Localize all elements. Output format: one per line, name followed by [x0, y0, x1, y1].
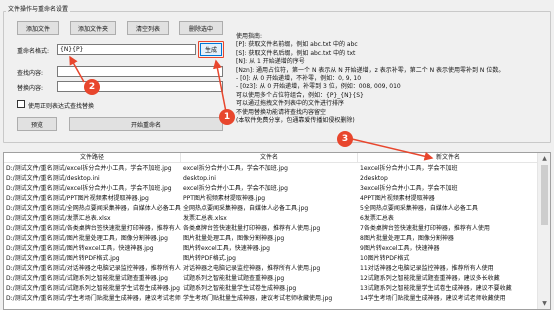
find-input[interactable]	[57, 66, 223, 77]
rename-format-input[interactable]	[57, 44, 196, 55]
table-row[interactable]: D:/测试文件/重名测试/发票汇总表.xlsx 发票汇总表.xlsx 6发票汇总表	[4, 214, 538, 224]
cell-filename: 发票汇总表.xlsx	[183, 215, 227, 222]
column-header-filename[interactable]: 文件名	[181, 153, 358, 163]
cell-path: D:/测试文件/重名测试/desktop.ini	[6, 175, 100, 182]
column-header-new-filename[interactable]: 新文件名	[358, 153, 538, 163]
vertical-scrollbar[interactable]: ▲ ▼	[537, 153, 550, 309]
step-badge-3: 3	[337, 131, 353, 147]
cell-new-filename: 10图片转PDF格式	[360, 255, 410, 262]
cell-path: D:/测试文件/重名测试/excel拆分合并小工具，学会不加班.jpg	[6, 165, 172, 172]
cell-path: D:/测试文件/重名测试/图片批量处理工具，图像分割神器.jpg	[6, 235, 168, 242]
table-row[interactable]: D:/测试文件/重名测试/excel拆分合并小工具，学会不加班.jpg excel…	[4, 184, 538, 194]
scroll-down-icon[interactable]: ▼	[538, 298, 550, 309]
cell-new-filename: 7各类桌牌台签快速批量打印神器，推荐有人使用	[360, 225, 490, 232]
guide-line: 不使用替换功能请将查找内容留空	[236, 108, 327, 116]
rename-format-label: 重命名格式:	[17, 48, 50, 55]
cell-filename: 试题系列之智能批量学生试卷生成神器.jpg	[183, 285, 297, 292]
cell-path: D:/测试文件/重名测试/各类桌牌台签快速批量打印神器，推荐有人使用.jpg	[6, 225, 181, 232]
clear-list-button[interactable]: 清空列表	[127, 21, 169, 35]
replace-input[interactable]	[57, 81, 223, 92]
cell-new-filename: 9图片转excel工具，快速神器	[360, 245, 440, 252]
guide-line: [Nzn]: 通用占位符，第一个 N 表示从 N 开始递增，z 表示补零，第二个…	[236, 66, 505, 74]
cell-new-filename: 6发票汇总表	[360, 215, 394, 222]
regex-checkbox-label: 使用正则表达式查找替换	[28, 103, 95, 110]
cell-new-filename: 11对话神器之电脑记录监控神器，推荐所有人使用	[360, 265, 494, 272]
cell-path: D:/测试文件/重名测试/图片转PDF格式.jpg	[6, 255, 120, 262]
table-row[interactable]: D:/测试文件/重名测试/各类桌牌台签快速批量打印神器，推荐有人使用.jpg各类…	[4, 224, 538, 234]
find-label: 查找内容:	[17, 70, 44, 77]
cell-path: D:/测试文件/重名测试/对话神器之电脑记录监控神器，推荐所有人使用.jpg	[6, 265, 181, 272]
cell-new-filename: 13试题系列之智能批量学生试卷生成神器，建议不要收藏	[360, 285, 512, 292]
cell-new-filename: 4PPT图片视频素材提取神器	[360, 195, 435, 202]
cell-path: D:/测试文件/重名测试/发票汇总表.xlsx	[6, 215, 111, 222]
cell-filename: 各类桌牌台签快速批量打印神器，推荐有人使用.jpg	[183, 225, 321, 232]
table-header: 文件路径 文件名 新文件名	[4, 153, 538, 163]
generate-highlight	[198, 41, 224, 58]
cell-path: D:/测试文件/重名测试/学生考场门贴批量生成神器，建议考试老师收藏使用.jpg	[6, 295, 181, 302]
guide-line: (本软件免费分享，包通靠爱传播如侵权删除)	[236, 117, 355, 125]
table-row[interactable]: D:/测试文件/重名测试/excel拆分合并小工具，学会不加班.jpg excel…	[4, 164, 538, 174]
cell-new-filename: 2desktop	[360, 175, 388, 182]
replace-label: 替换内容:	[17, 85, 44, 92]
table-row[interactable]: D:/测试文件/重名测试/试题系列之智能批量学生试卷生成神器.jpg 试题系列之智…	[4, 284, 538, 294]
cell-filename: PPT图片视频素材提取神器.jpg	[183, 195, 266, 202]
start-rename-button[interactable]: 开始重命名	[69, 117, 223, 131]
cell-filename: 图片转excel工具，快速神器.jpg	[183, 245, 270, 252]
guide-line: [P]: 获取文件名前缀，例如 abc.txt 中的 abc	[236, 41, 358, 49]
cell-new-filename: 1excel拆分合并小工具，学会不加班	[360, 165, 458, 172]
cell-new-filename: 12试题系列之智能批量试题查重神器，建议多长收藏	[360, 275, 500, 282]
table-row[interactable]: D:/测试文件/重名测试/试题系列之智能批量试题查重神器.jpg 试题系列之智能批…	[4, 274, 538, 284]
step-badge-2: 2	[84, 79, 100, 95]
cell-path: D:/测试文件/重名测试/试题系列之智能批量试题查重神器.jpg	[6, 275, 168, 282]
cell-new-filename: 3excel拆分合并小工具，学会不加班	[360, 185, 458, 192]
table-row[interactable]: D:/测试文件/重名测试/图片批量处理工具，图像分割神器.jpg 图片批量处理工具…	[4, 234, 538, 244]
table-row[interactable]: D:/测试文件/重名测试/PPT图片视频素材提取神器.jpg PPT图片视频素材提…	[4, 194, 538, 204]
cell-path: D:/测试文件/重名测试/图片转excel工具，快速神器.jpg	[6, 245, 154, 252]
file-table[interactable]: 文件路径 文件名 新文件名 D:/测试文件/重名测试/excel拆分合并小工具，…	[3, 152, 551, 310]
cell-filename: 图片转PDF格式.jpg	[183, 255, 236, 262]
cell-new-filename: 14学生考场门贴批量生成神器，建议考试老师收藏使用	[360, 295, 506, 302]
cell-filename: 对话神器之电脑记录监控神器，推荐所有人使用.jpg	[183, 265, 321, 272]
guide-line: [N]: 从 1 开始递增的序号	[236, 58, 305, 66]
guide-line: [S]: 获取文件名后缀，例如 abc.txt 中的 txt	[236, 49, 356, 57]
cell-new-filename: 5全网热点要闻采集神器，自媒体人必备工具	[360, 205, 478, 212]
settings-group-title: 文件操作与重命名设置	[6, 4, 71, 13]
cell-filename: 学生考场门贴批量生成神器，建议考试老师收藏使用.jpg	[183, 295, 333, 302]
step-badge-1: 1	[219, 109, 235, 125]
cell-filename: 图片批量处理工具，图像分割神器.jpg	[183, 235, 285, 242]
delete-selected-button[interactable]: 删除选中	[179, 21, 223, 35]
cell-filename: 全网热点要闻采集神器，自媒体人必备工具.jpg	[183, 205, 309, 212]
cell-path: D:/测试文件/重名测试/试题系列之智能批量学生试卷生成神器.jpg	[6, 285, 180, 292]
table-row[interactable]: D:/测试文件/重名测试/图片转excel工具，快速神器.jpg 图片转excel…	[4, 244, 538, 254]
table-row[interactable]: D:/测试文件/重名测试/对话神器之电脑记录监控神器，推荐所有人使用.jpg对话…	[4, 264, 538, 274]
preview-button[interactable]: 预览	[17, 117, 57, 131]
usage-guide: 使用指南: [P]: 获取文件名前缀，例如 abc.txt 中的 abc [S]…	[236, 33, 548, 125]
table-row[interactable]: D:/测试文件/重名测试/学生考场门贴批量生成神器，建议考试老师收藏使用.jpg…	[4, 294, 538, 304]
column-header-path[interactable]: 文件路径	[4, 153, 181, 163]
scrollbar-thumb[interactable]	[541, 165, 548, 225]
regex-checkbox[interactable]	[17, 100, 25, 108]
cell-filename: excel拆分合并小工具，学会不加班.jpg	[183, 165, 288, 172]
add-file-button[interactable]: 添加文件	[17, 21, 59, 35]
cell-path: D:/测试文件/重名测试/PPT图片视频素材提取神器.jpg	[6, 195, 149, 202]
guide-line: - [0z3]: 从 0 开始递增，补零到 3 位，例如：008, 009, 0…	[236, 83, 401, 91]
cell-new-filename: 8图片批量处理工具，图像分割神器	[360, 235, 454, 242]
cell-path: D:/测试文件/重名测试/excel拆分合并小工具，学会不加班.jpg	[6, 185, 172, 192]
cell-filename: 试题系列之智能批量试题查重神器.jpg	[183, 275, 285, 282]
table-row[interactable]: D:/测试文件/重名测试/全网热点要闻采集神器，自媒体人必备工具.jpg 全网热点…	[4, 204, 538, 214]
table-row[interactable]: D:/测试文件/重名测试/desktop.ini desktop.ini 2desk…	[4, 174, 538, 184]
table-row[interactable]: D:/测试文件/重名测试/图片转PDF格式.jpg 图片转PDF格式.jpg 10图…	[4, 254, 538, 264]
cell-filename: desktop.ini	[183, 175, 216, 182]
add-folder-button[interactable]: 添加文件夹	[70, 21, 116, 35]
scroll-up-icon[interactable]: ▲	[538, 153, 550, 164]
guide-line: 可以使用多个占位符组合，例如：{P}_{N}{S}	[236, 91, 364, 99]
cell-path: D:/测试文件/重名测试/全网热点要闻采集神器，自媒体人必备工具.jpg	[6, 205, 181, 212]
cell-filename: excel拆分合并小工具，学会不加班.jpg	[183, 185, 288, 192]
guide-line: 可以通过拖拽文件列表中的文件进行排序	[236, 100, 345, 108]
